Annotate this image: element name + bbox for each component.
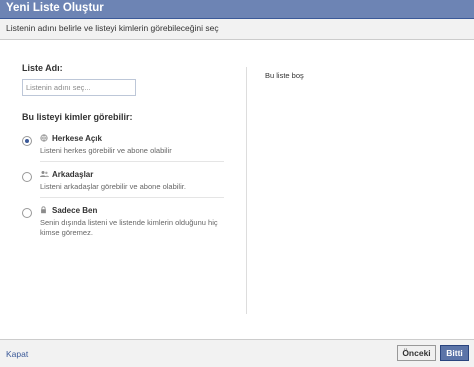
- list-members-empty-text: Bu liste boş: [265, 71, 304, 80]
- dialog-subtitle-bar: Listenin adını belirle ve listeyi kimler…: [0, 19, 474, 40]
- dialog-title-bar: Yeni Liste Oluştur: [0, 0, 474, 19]
- option-divider: [40, 197, 224, 198]
- dialog-footer: Kapat Önceki Bitti: [0, 339, 474, 367]
- public-option-description: Listeni herkes görebilir ve abone olabil…: [40, 146, 172, 155]
- lock-icon: [40, 206, 47, 217]
- public-option-title: Herkese Açık: [52, 134, 102, 143]
- visibility-heading: Bu listeyi kimler görebilir:: [22, 112, 133, 122]
- only-me-radio[interactable]: [22, 208, 32, 218]
- list-name-input[interactable]: [22, 79, 136, 96]
- create-list-dialog: Yeni Liste Oluştur Listenin adını belirl…: [0, 0, 474, 367]
- friends-option-title: Arkadaşlar: [52, 170, 94, 179]
- close-link[interactable]: Kapat: [6, 349, 28, 359]
- column-divider: [246, 67, 247, 314]
- done-button[interactable]: Bitti: [440, 345, 469, 361]
- friends-icon: [40, 170, 49, 181]
- only-me-option-description: Senin dışında listeni ve listende kimler…: [40, 218, 218, 237]
- friends-radio[interactable]: [22, 172, 32, 182]
- previous-button[interactable]: Önceki: [397, 345, 436, 361]
- dialog-title: Yeni Liste Oluştur: [6, 2, 104, 14]
- friends-option-description: Listeni arkadaşlar görebilir ve abone ol…: [40, 182, 186, 191]
- option-divider: [40, 161, 224, 162]
- only-me-option-title: Sadece Ben: [52, 206, 98, 215]
- public-radio[interactable]: [22, 136, 32, 146]
- dialog-subtitle: Listenin adını belirle ve listeyi kimler…: [6, 23, 219, 33]
- globe-icon: [40, 134, 48, 145]
- list-name-label: Liste Adı:: [22, 63, 63, 73]
